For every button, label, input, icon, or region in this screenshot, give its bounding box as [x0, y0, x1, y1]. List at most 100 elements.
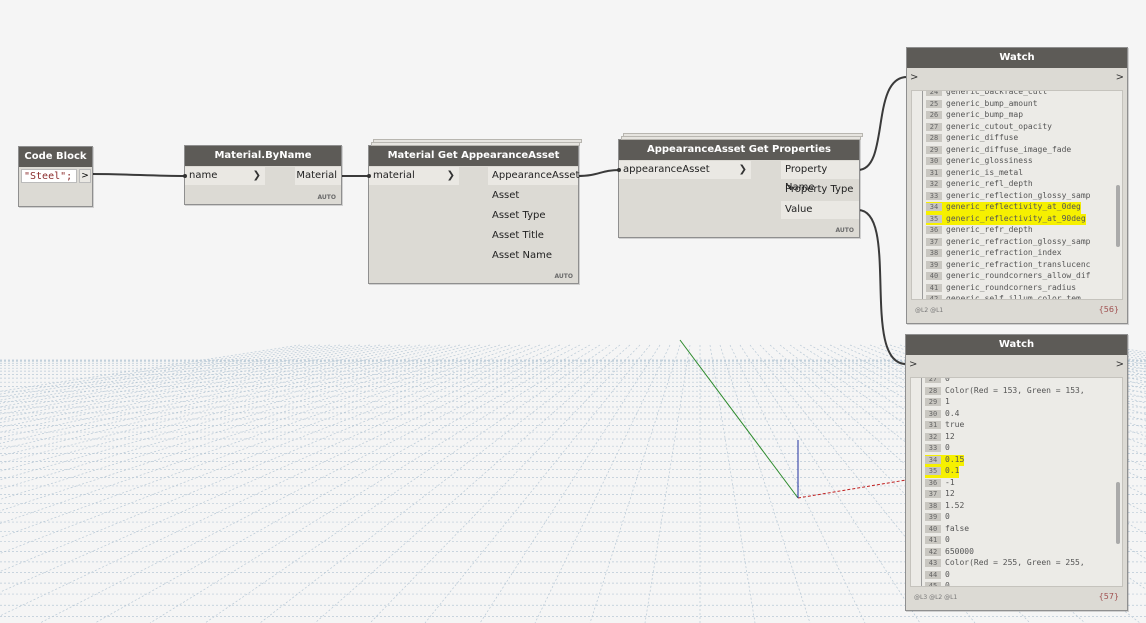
code-editor[interactable]: "Steel"; — [21, 169, 77, 183]
list-item: 32 generic_refl_depth — [926, 179, 1033, 191]
list-item: 45 0 — [925, 581, 950, 586]
list-item: 35 generic_reflectivity_at_90deg — [926, 213, 1086, 225]
watch-node-2[interactable]: Watch > > 27 0 28 Color(Red = 153, Green = … — [905, 334, 1128, 611]
item-index: 30 — [926, 157, 942, 165]
list-item: 42 generic_self_illum_color_tem — [926, 294, 1081, 299]
port-dot — [367, 174, 371, 178]
material-byname-node[interactable]: Material.ByName name ❯ Material AUTO — [183, 145, 342, 205]
node-title: Watch — [906, 335, 1127, 355]
list-item: 26 generic_bump_map — [926, 110, 1023, 122]
item-value: 0.4 — [945, 408, 960, 418]
watch-ports: > > — [907, 68, 1127, 88]
output-port-property-name[interactable]: Property Name — [781, 161, 859, 193]
item-value: Color(Red = 153, Green = 153, — [945, 385, 1085, 395]
scrollbar-thumb[interactable] — [1116, 185, 1120, 247]
list-item: 38 1.52 — [925, 501, 964, 513]
item-value: 1.52 — [945, 500, 965, 510]
item-value: 12 — [945, 431, 955, 441]
output-port-value[interactable]: Value — [781, 201, 859, 219]
wire-value-to-watch2[interactable] — [857, 209, 907, 365]
input-port[interactable]: > — [909, 355, 917, 375]
port-label: Material — [296, 170, 337, 181]
list-item: 40 generic_roundcorners_allow_dif — [926, 271, 1091, 283]
lacing-indicator[interactable]: AUTO — [554, 273, 573, 280]
item-index: 33 — [926, 191, 942, 200]
item-value: 650000 — [945, 546, 974, 556]
port-dot — [183, 174, 187, 178]
list-item: 31 true — [925, 420, 964, 432]
item-index: 35 — [925, 467, 941, 475]
code-block-node[interactable]: Code Block "Steel"; > — [18, 146, 93, 207]
item-value: generic_refr_depth — [946, 225, 1033, 234]
output-port-asset-title[interactable]: Asset Title — [488, 227, 578, 245]
list-item: 27 generic_cutout_opacity — [926, 122, 1052, 134]
item-index: 28 — [925, 386, 941, 395]
lacing-indicator[interactable]: AUTO — [835, 227, 854, 234]
item-index: 29 — [925, 398, 941, 406]
item-index: 32 — [925, 432, 941, 441]
watch-list[interactable]: 27 0 28 Color(Red = 153, Green = 153, 29 1 30 0… — [910, 377, 1123, 587]
chevron-right-icon: ❯ — [252, 170, 261, 181]
item-index: 39 — [925, 513, 941, 521]
list-item: 41 generic_roundcorners_radius — [926, 283, 1076, 295]
output-port-appearance-asset[interactable]: AppearanceAsset — [488, 167, 579, 185]
wire-getasset-to-properties[interactable] — [576, 169, 621, 177]
item-index: 36 — [925, 478, 941, 487]
item-value: 0.15 — [945, 454, 965, 464]
item-index: 41 — [925, 536, 941, 544]
list-item: 24 generic_backface_cull — [926, 91, 1047, 99]
list-item: 37 12 — [925, 489, 955, 501]
node-title: Watch — [907, 48, 1127, 68]
item-value: generic_diffuse — [946, 133, 1019, 142]
watch-list[interactable]: 24 generic_backface_cull 25 generic_bump_am… — [911, 90, 1123, 300]
input-port-material[interactable]: material ❯ — [369, 167, 459, 185]
item-index: 24 — [926, 91, 942, 96]
item-value: generic_refraction_glossy_samp — [946, 236, 1091, 246]
output-port[interactable]: > — [1116, 355, 1124, 375]
wire-propname-to-watch1[interactable] — [857, 76, 908, 171]
port-label: name — [189, 170, 218, 181]
watch-node-1[interactable]: Watch > > 24 generic_backface_cull 25 gener… — [906, 47, 1128, 324]
item-index: 28 — [926, 134, 942, 142]
input-port-appearance-asset[interactable]: appearanceAsset ❯ — [619, 161, 751, 179]
item-index: 37 — [925, 490, 941, 498]
lacing-indicator[interactable]: AUTO — [317, 194, 336, 201]
list-item: 33 0 — [925, 443, 950, 455]
item-index: 27 — [926, 122, 942, 131]
list-item: 29 generic_diffuse_image_fade — [926, 145, 1071, 157]
output-port-property-type[interactable]: Property Type — [781, 181, 859, 199]
wire-code-to-byname[interactable] — [91, 173, 187, 177]
output-port[interactable]: > — [79, 169, 91, 183]
list-item: 30 0.4 — [925, 409, 959, 421]
output-port-material[interactable]: Material — [295, 167, 341, 185]
item-value: 12 — [945, 489, 955, 498]
item-index: 44 — [925, 570, 941, 579]
list-item: 29 1 — [925, 397, 950, 409]
list-item: 41 0 — [925, 535, 950, 547]
item-value: 0 — [945, 512, 950, 521]
output-port-asset-type[interactable]: Asset Type — [488, 207, 578, 225]
watch-ports: > > — [906, 355, 1127, 375]
input-port[interactable]: > — [910, 68, 918, 88]
output-port-asset-name[interactable]: Asset Name — [488, 247, 578, 265]
port-label: material — [373, 170, 415, 181]
item-value: -1 — [945, 477, 955, 487]
output-port[interactable]: > — [1116, 68, 1124, 88]
node-title: Material Get AppearanceAsset — [369, 146, 578, 166]
item-value: generic_glossiness — [946, 156, 1033, 165]
item-value: generic_cutout_opacity — [946, 121, 1052, 131]
item-value: generic_roundcorners_allow_dif — [946, 271, 1091, 280]
item-value: generic_diffuse_image_fade — [946, 144, 1072, 154]
asset-get-properties-node[interactable]: AppearanceAsset Get Properties appearanc… — [617, 133, 863, 238]
item-value: 1 — [945, 397, 950, 406]
output-port-asset[interactable]: Asset — [488, 187, 578, 205]
get-appearance-asset-node[interactable]: Material Get AppearanceAsset material ❯ … — [367, 139, 582, 284]
item-index: 41 — [926, 283, 942, 292]
item-value: 0 — [945, 377, 950, 383]
list-item: 27 0 — [925, 377, 950, 386]
list-item: 39 0 — [925, 512, 950, 524]
scrollbar-thumb[interactable] — [1116, 482, 1120, 544]
input-port-name[interactable]: name ❯ — [185, 167, 265, 185]
list-item: 35 0.1 — [925, 466, 960, 478]
item-index: 29 — [926, 145, 942, 154]
